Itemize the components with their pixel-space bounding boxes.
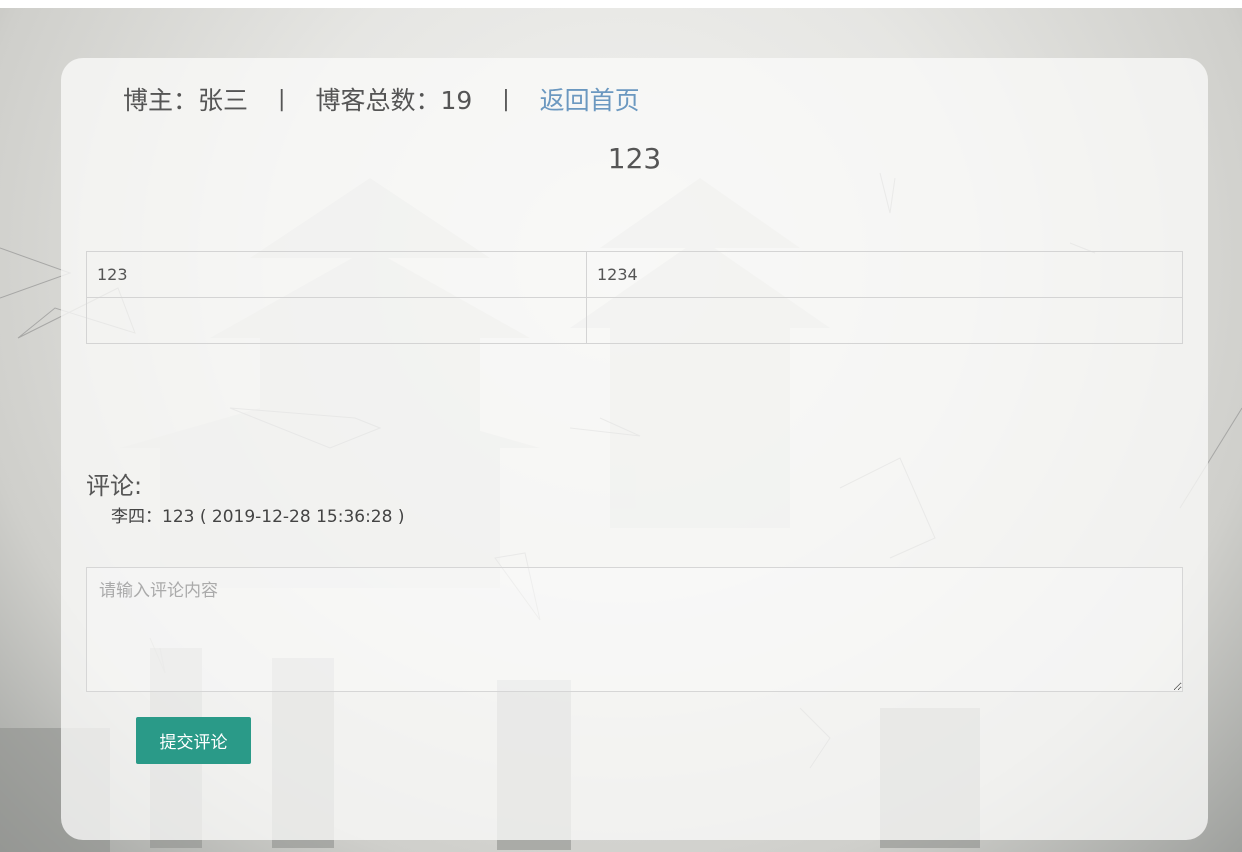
- nav-separator: |: [278, 86, 286, 112]
- comment-item: 李四：123 ( 2019-12-28 15:36:28 ): [111, 507, 405, 527]
- table-row: 123 1234: [86, 251, 1183, 298]
- submit-comment-button[interactable]: 提交评论: [136, 717, 251, 764]
- table-row: [86, 297, 1183, 344]
- blogger-name: 博主：张三: [123, 86, 249, 115]
- blog-total-count: 博客总数：19: [315, 86, 473, 115]
- comment-input[interactable]: [86, 567, 1183, 692]
- return-home-link[interactable]: 返回首页: [540, 81, 640, 117]
- blog-header-nav: 博主：张三 | 博客总数：19 | 返回首页: [123, 82, 640, 116]
- nav-separator: |: [502, 86, 510, 112]
- post-content-table: 123 1234: [86, 251, 1183, 344]
- comments-heading: 评论:: [86, 472, 143, 500]
- table-cell: 123: [86, 251, 587, 298]
- table-cell: 1234: [586, 251, 1183, 298]
- table-cell: [86, 297, 587, 344]
- post-title: 123: [607, 142, 662, 175]
- blog-card: 博主：张三 | 博客总数：19 | 返回首页 123 123 1234 评论: …: [61, 58, 1208, 840]
- table-cell: [586, 297, 1183, 344]
